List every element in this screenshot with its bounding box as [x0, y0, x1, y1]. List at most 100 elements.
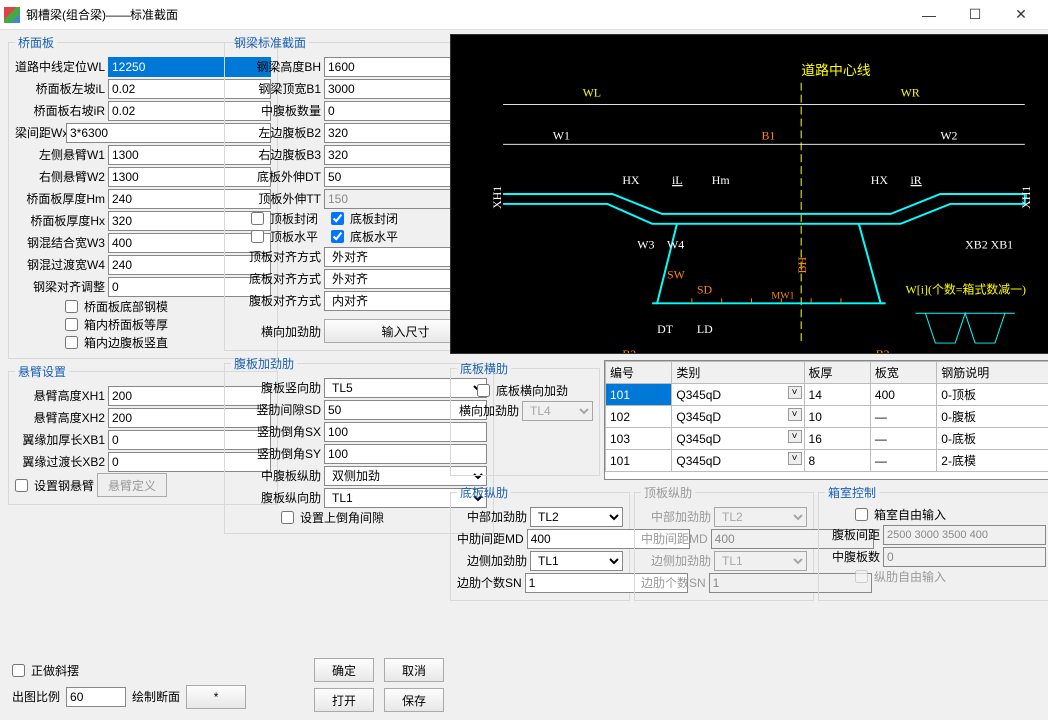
th-num: 编号 [606, 362, 672, 384]
web-align-label: 腹板对齐方式 [231, 292, 321, 309]
minimize-button[interactable]: — [906, 0, 952, 30]
open-button[interactable]: 打开 [314, 688, 374, 712]
ok-button[interactable]: 确定 [314, 658, 374, 682]
app-icon [4, 7, 20, 23]
close-button[interactable]: ✕ [998, 0, 1044, 30]
bh-label: 钢梁高度BH [231, 58, 321, 75]
toplong-mid-label: 中部加劲肋 [641, 508, 711, 525]
table-row[interactable]: 101Q345qD8—2-底模 [606, 450, 1048, 472]
top-align-label: 顶板对齐方式 [231, 248, 321, 265]
botlong-mid-label: 中部加劲肋 [457, 508, 527, 525]
maximize-button[interactable]: ☐ [952, 0, 998, 30]
save-button[interactable]: 保存 [384, 688, 444, 712]
section-legend: 钢梁标准截面 [231, 34, 309, 51]
botlong-edge-label: 边侧加劲肋 [457, 552, 527, 569]
svg-text:W2: W2 [940, 128, 957, 142]
w4-label: 钢混过渡宽W4 [15, 256, 105, 273]
draw-label: 绘制断面 [132, 688, 180, 705]
chk-bot-flat[interactable] [331, 230, 344, 243]
plate-table[interactable]: 编号 类别 板厚 板宽 钢筋说明 101Q345qD144000-顶板102Q3… [605, 361, 1048, 472]
table-row[interactable]: 103Q345qD16—0-底板 [606, 428, 1048, 450]
table-row[interactable]: 102Q345qD10—0-腹板 [606, 406, 1048, 428]
chk-top-flat[interactable] [251, 230, 264, 243]
chk-bot-close[interactable] [331, 212, 344, 225]
svg-text:iR: iR [911, 173, 922, 187]
window-title: 钢槽梁(组合梁)——标准截面 [26, 6, 906, 23]
chk-long-free [855, 570, 868, 583]
svg-text:XB2 XB1: XB2 XB1 [965, 238, 1013, 252]
sx-label: 竖肋倒角SX [231, 423, 321, 440]
chk-top-chamfer-gap[interactable] [281, 511, 294, 524]
svg-text:iL: iL [672, 173, 683, 187]
chk-top-close[interactable] [251, 212, 264, 225]
midweb-label: 中腹板数量 [231, 102, 321, 119]
bot-long-panel: 底板纵肋 中部加劲肋TL2 中肋间距MD 边侧加劲肋TL1 边肋个数SN [450, 484, 630, 601]
chk-steel-cant-label: 设置钢悬臂 [34, 477, 94, 494]
midlong-label: 中腹板纵肋 [231, 467, 321, 484]
cancel-button[interactable]: 取消 [384, 658, 444, 682]
box-midn-input [883, 547, 1046, 567]
w2-label: 右侧悬臂W2 [15, 168, 105, 185]
bottrans-label: 横向加劲肋 [457, 402, 519, 419]
svg-text:HX: HX [871, 173, 889, 187]
chk-skew[interactable] [12, 664, 25, 677]
chk-bot-trans[interactable] [477, 384, 490, 397]
svg-text:W[i](个数=箱式数减一): W[i](个数=箱式数减一) [906, 282, 1026, 296]
hm-label: 桥面板厚度Hm [15, 190, 105, 207]
chk-steel-cant[interactable] [15, 479, 28, 492]
chk-deck-vertweb[interactable] [65, 336, 78, 349]
toplong-edge-label: 边侧加劲肋 [641, 552, 711, 569]
box-websp-input [883, 525, 1046, 545]
toplong-mid-select: TL2 [714, 507, 807, 527]
th-th: 板厚 [804, 362, 870, 384]
svg-text:DT: DT [657, 322, 674, 336]
ir-label: 桥面板右坡iR [15, 102, 105, 119]
box-control-panel: 箱室控制 箱室自由输入 腹板间距 中腹板数 纵肋自由输入 [818, 484, 1048, 601]
th-desc: 钢筋说明 [937, 362, 1048, 384]
section-diagram: 道路中心线 WL WR W1 B1 W2 HX iL Hm HX iR [450, 34, 1048, 354]
sy-label: 竖肋倒角SY [231, 445, 321, 462]
toplong-legend: 顶板纵肋 [641, 484, 695, 501]
svg-text:HX: HX [622, 173, 640, 187]
chk-deck-equalth[interactable] [65, 318, 78, 331]
chk-deck-steelform[interactable] [65, 300, 78, 313]
svg-text:Hm: Hm [712, 173, 731, 187]
top-long-panel: 顶板纵肋 中部加劲肋TL2 中肋间距MD 边侧加劲肋TL1 边肋个数SN [634, 484, 814, 601]
chk-deck-steelform-label: 桥面板底部钢模 [84, 298, 168, 315]
wl-label: 道路中线定位WL [15, 58, 105, 75]
chk-top-close-label: 顶板封闭 [270, 210, 318, 227]
table-row[interactable]: 101Q345qD144000-顶板 [606, 384, 1048, 406]
chk-top-flat-label: 顶板水平 [270, 228, 318, 245]
chk-box-free-label: 箱室自由输入 [874, 506, 946, 523]
chk-deck-vertweb-label: 箱内边腹板竖直 [84, 334, 168, 351]
toplong-sn-label: 边肋个数SN [641, 574, 706, 591]
svg-text:SD: SD [697, 282, 713, 296]
webstiff-legend: 腹板加劲肋 [231, 355, 297, 372]
svg-text:WR: WR [901, 86, 920, 100]
chk-deck-equalth-label: 箱内桥面板等厚 [84, 316, 168, 333]
scale-input[interactable] [66, 687, 126, 707]
chk-box-free[interactable] [855, 508, 868, 521]
il-label: 桥面板左坡iL [15, 80, 105, 97]
botlong-edge-select[interactable]: TL1 [530, 551, 623, 571]
botlong-sn-label: 边肋个数SN [457, 574, 522, 591]
bot-trans-panel: 底板横肋 底板横向加劲 横向加劲肋TL4 [450, 360, 600, 476]
xb2-label: 翼缘过渡长XB2 [15, 453, 105, 470]
chk-skew-label: 正做斜摆 [31, 662, 79, 679]
hx-label: 桥面板厚度Hx [15, 212, 105, 229]
svg-text:W1: W1 [553, 128, 570, 142]
draw-section-button[interactable]: * [186, 685, 246, 709]
botlong-mid-select[interactable]: TL2 [530, 507, 623, 527]
tt-label: 顶板外伸TT [231, 190, 321, 207]
align-label: 钢梁对齐调整 [15, 278, 105, 295]
svg-text:B2: B2 [876, 347, 890, 353]
cant-legend: 悬臂设置 [15, 363, 69, 380]
svg-text:SW: SW [667, 267, 686, 281]
w3-label: 钢混结合宽W3 [15, 234, 105, 251]
svg-text:MW1: MW1 [771, 290, 794, 301]
plate-table-wrap[interactable]: 编号 类别 板厚 板宽 钢筋说明 101Q345qD144000-顶板102Q3… [604, 360, 1048, 480]
chk-bot-trans-label: 底板横向加劲 [496, 382, 568, 399]
botlong-legend: 底板纵肋 [457, 484, 511, 501]
toplong-md-label: 中肋间距MD [641, 530, 708, 547]
box-midn-label: 中腹板数 [825, 548, 880, 565]
